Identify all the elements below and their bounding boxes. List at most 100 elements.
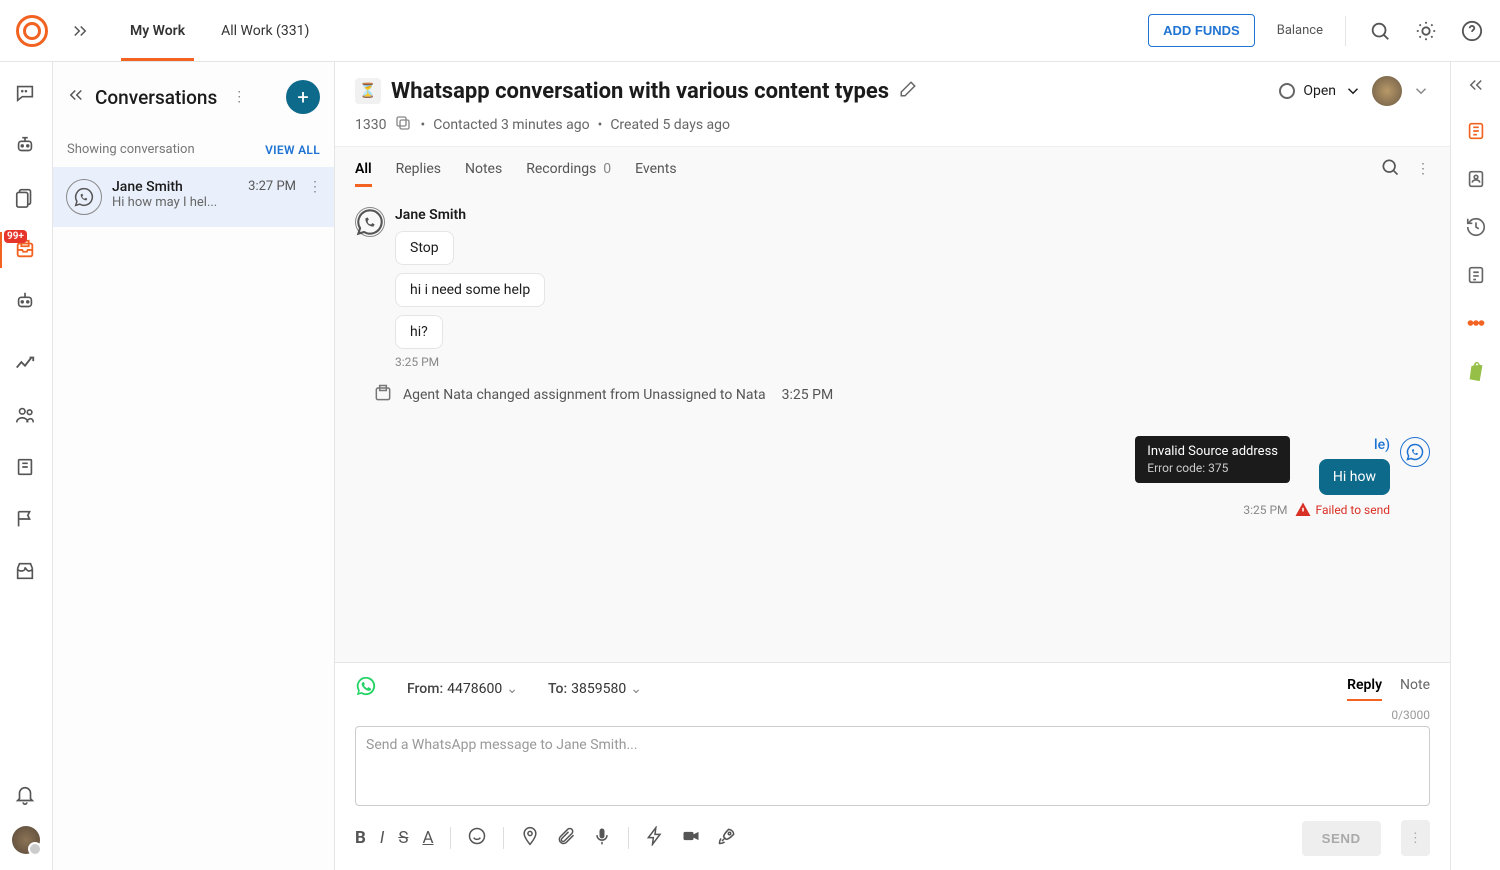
- edit-title-icon[interactable]: [899, 80, 917, 102]
- feedtab-events[interactable]: Events: [635, 151, 676, 187]
- assignee-avatar[interactable]: [1372, 76, 1402, 106]
- status-dropdown[interactable]: Open: [1279, 82, 1362, 100]
- rocket-icon[interactable]: [717, 826, 737, 851]
- message-bubble: hi i need some help: [395, 273, 545, 307]
- collapse-panel-icon[interactable]: [67, 86, 85, 109]
- notifications-icon[interactable]: [14, 784, 38, 808]
- feed-menu-icon[interactable]: ⋮: [1416, 161, 1430, 177]
- mic-icon[interactable]: [592, 826, 612, 851]
- conversation-item[interactable]: Jane Smith Hi how may I hel... 3:27 PM ⋮: [53, 167, 334, 227]
- italic-icon[interactable]: I: [380, 828, 384, 848]
- divider: [1345, 16, 1346, 46]
- tooltip-line2: Error code: 375: [1147, 461, 1278, 475]
- help-icon[interactable]: [1460, 19, 1484, 43]
- outgoing-bubble: Hi how: [1319, 459, 1390, 495]
- shopify-icon[interactable]: [1465, 360, 1487, 386]
- attachment-icon[interactable]: [556, 826, 576, 851]
- message-bubble: hi?: [395, 315, 443, 349]
- feed-search-icon[interactable]: [1380, 157, 1400, 181]
- to-label: To:: [548, 681, 567, 697]
- tooltip-line1: Invalid Source address: [1147, 444, 1278, 459]
- details-icon[interactable]: [1465, 120, 1487, 146]
- search-icon[interactable]: [1368, 19, 1392, 43]
- inbox-icon[interactable]: 99+: [14, 238, 38, 262]
- char-count: 0/3000: [355, 708, 1430, 722]
- feedtab-replies[interactable]: Replies: [396, 151, 441, 187]
- collapse-right-icon[interactable]: [1467, 76, 1485, 98]
- chat-icon[interactable]: [14, 82, 38, 106]
- error-tooltip: Invalid Source address Error code: 375: [1135, 436, 1290, 483]
- send-button[interactable]: SEND: [1302, 821, 1381, 856]
- failed-status[interactable]: Failed to send: [1294, 501, 1390, 519]
- panel-title: Conversations: [95, 86, 217, 109]
- status-label: Open: [1303, 83, 1336, 99]
- notes-icon[interactable]: [1465, 264, 1487, 290]
- message-bubble: Stop: [395, 231, 454, 265]
- to-dropdown-icon[interactable]: ⌄: [630, 681, 642, 697]
- conversation-menu-icon[interactable]: ⋮: [306, 179, 324, 215]
- analytics-icon[interactable]: [14, 352, 38, 376]
- work-tabs: My Work All Work (331): [112, 0, 327, 61]
- status-ring-icon: [1279, 83, 1295, 99]
- timeline-icon[interactable]: [1465, 312, 1487, 338]
- assignment-icon: [373, 383, 393, 407]
- chevron-down-icon[interactable]: [1412, 82, 1430, 100]
- add-funds-button[interactable]: ADD FUNDS: [1148, 14, 1255, 47]
- whatsapp-icon: [355, 207, 385, 237]
- send-options-icon[interactable]: ⋮: [1401, 820, 1430, 856]
- theme-icon[interactable]: [1414, 19, 1438, 43]
- whatsapp-icon: [355, 675, 377, 702]
- compose-tab-reply[interactable]: Reply: [1347, 677, 1382, 701]
- message-feed: Jane Smith Stop hi i need some help hi? …: [335, 191, 1450, 662]
- hourglass-icon: ⏳: [355, 78, 381, 104]
- alert-icon: [1294, 501, 1312, 519]
- emoji-icon[interactable]: [467, 826, 487, 851]
- expand-sidebar-icon[interactable]: [68, 19, 92, 43]
- store-icon[interactable]: [14, 560, 38, 584]
- conversation-time: 3:27 PM: [248, 179, 296, 194]
- automation-icon[interactable]: [14, 290, 38, 314]
- system-event-text: Agent Nata changed assignment from Unass…: [403, 387, 766, 403]
- feedtab-all[interactable]: All: [355, 151, 372, 187]
- strikethrough-icon[interactable]: S: [398, 828, 408, 848]
- user-avatar[interactable]: [12, 826, 40, 854]
- created-time: Created 5 days ago: [610, 117, 730, 133]
- outgoing-time: 3:25 PM: [1243, 503, 1287, 517]
- message-input[interactable]: [355, 726, 1430, 806]
- bold-icon[interactable]: B: [355, 828, 366, 848]
- flag-icon[interactable]: [14, 508, 38, 532]
- feedtab-notes[interactable]: Notes: [465, 151, 502, 187]
- conversation-name: Jane Smith: [112, 179, 238, 195]
- history-icon[interactable]: [1465, 216, 1487, 242]
- copy-icon[interactable]: [394, 114, 412, 136]
- location-icon[interactable]: [520, 826, 540, 851]
- book-icon[interactable]: [14, 456, 38, 480]
- conversation-preview: Hi how may I hel...: [112, 195, 238, 210]
- panel-menu-icon[interactable]: ⋮: [227, 85, 251, 109]
- right-nav: [1450, 62, 1500, 870]
- view-all-link[interactable]: VIEW ALL: [265, 143, 320, 157]
- font-icon[interactable]: A: [422, 828, 433, 848]
- message-sender: Jane Smith: [395, 207, 545, 223]
- tab-my-work[interactable]: My Work: [112, 0, 203, 61]
- conversations-panel: Conversations ⋮ + Showing conversation V…: [53, 62, 335, 870]
- feedtab-recordings[interactable]: Recordings 0: [526, 151, 611, 187]
- compose-tab-note[interactable]: Note: [1400, 677, 1430, 701]
- bot-icon[interactable]: [14, 134, 38, 158]
- whatsapp-icon: [66, 179, 102, 215]
- tab-all-work[interactable]: All Work (331): [203, 0, 327, 61]
- new-conversation-button[interactable]: +: [286, 80, 320, 114]
- from-dropdown-icon[interactable]: ⌄: [506, 681, 518, 697]
- chevron-down-icon: [1344, 82, 1362, 100]
- people-icon[interactable]: [14, 404, 38, 428]
- clipboard-icon[interactable]: [14, 186, 38, 210]
- balance-label: Balance: [1277, 23, 1323, 38]
- from-value: 4478600: [447, 681, 502, 697]
- to-value: 3859580: [571, 681, 626, 697]
- whatsapp-icon: [1400, 437, 1430, 467]
- contact-icon[interactable]: [1465, 168, 1487, 194]
- lightning-icon[interactable]: [645, 826, 665, 851]
- video-icon[interactable]: [681, 826, 701, 851]
- showing-label: Showing conversation: [67, 142, 195, 157]
- app-logo[interactable]: [16, 15, 48, 47]
